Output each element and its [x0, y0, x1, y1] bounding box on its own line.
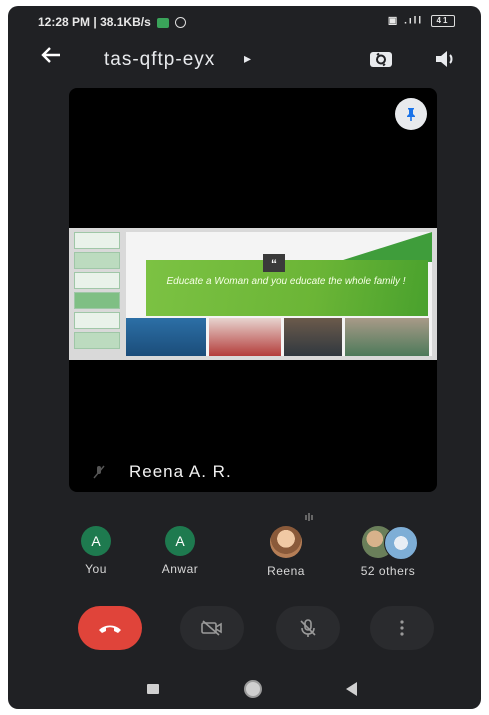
system-nav-bar — [8, 670, 481, 709]
slide-photos — [126, 318, 432, 356]
slide-content: “ Educate a Woman and you educate the wh… — [126, 232, 432, 356]
more-options-button[interactable] — [370, 606, 434, 650]
slide-thumbnail — [74, 292, 120, 309]
avatar: A — [81, 526, 111, 556]
participant-label: Anwar — [161, 562, 199, 576]
speaker-icon[interactable] — [432, 48, 458, 70]
mic-toggle-button[interactable] — [276, 606, 340, 650]
status-bar: 12:28 PM | 38.1KB/s ▣ .ıll 41 — [8, 6, 481, 34]
avatar — [384, 526, 418, 560]
alarm-icon — [175, 17, 187, 29]
participant-label: You — [85, 562, 107, 576]
camera-toggle-button[interactable] — [180, 606, 244, 650]
network-speed: 38.1KB/s — [100, 15, 151, 29]
slide-thumbnail — [74, 272, 120, 289]
slide-thumbnail — [74, 232, 120, 249]
shared-slide: “ Educate a Woman and you educate the wh… — [69, 228, 437, 360]
home-icon[interactable] — [244, 680, 262, 698]
end-call-icon — [99, 625, 121, 633]
slide-photo — [209, 318, 281, 356]
mic-off-icon — [300, 619, 316, 637]
more-vert-icon — [400, 620, 404, 636]
switch-camera-icon[interactable] — [368, 48, 394, 70]
recents-icon[interactable] — [147, 684, 159, 694]
slide-thumbnail — [74, 252, 120, 269]
avatar — [270, 526, 302, 558]
slide-decoration — [336, 232, 432, 262]
quote-icon: “ — [263, 254, 285, 272]
slide-quote: Educate a Woman and you educate the whol… — [166, 276, 406, 287]
participant-you[interactable]: A You — [56, 526, 136, 576]
signal-icon: .ıll — [404, 15, 424, 27]
meeting-code[interactable]: tas-qftp-eyx — [104, 49, 215, 71]
participant-others[interactable]: 52 others — [348, 526, 428, 578]
call-controls — [8, 606, 481, 656]
pin-icon[interactable] — [395, 98, 427, 130]
avatar-group — [356, 526, 420, 560]
presenter-name: Reena A. R. — [129, 462, 232, 481]
participant-label: Reena — [267, 564, 305, 578]
presentation-tile[interactable]: “ Educate a Woman and you educate the wh… — [69, 88, 437, 492]
participant-strip: A You A Anwar Reena 52 others — [8, 513, 481, 586]
status-right: ▣ .ıll 41 — [388, 15, 455, 27]
mic-off-icon — [91, 464, 107, 480]
app-screen: 12:28 PM | 38.1KB/s ▣ .ıll 41 tas-qftp-e… — [8, 6, 481, 709]
slide-thumbnail — [74, 312, 120, 329]
participant-anwar[interactable]: A Anwar — [140, 526, 220, 576]
battery-icon: 41 — [431, 15, 455, 27]
arrow-left-icon[interactable] — [40, 44, 68, 72]
clock-text: 12:28 PM — [38, 15, 91, 29]
wifi-icon: ▣ — [387, 15, 400, 27]
slide-photo — [284, 318, 342, 356]
meeting-header: tas-qftp-eyx ▸ — [8, 36, 481, 82]
speaking-indicator-icon — [305, 513, 313, 521]
slide-photo — [345, 318, 429, 356]
app-notification-icon — [157, 17, 170, 28]
avatar: A — [165, 526, 195, 556]
status-time: 12:28 PM | 38.1KB/s — [38, 15, 187, 29]
back-icon[interactable] — [346, 682, 357, 696]
camera-off-icon — [201, 620, 222, 636]
slide-thumbnails — [72, 232, 120, 356]
end-call-button[interactable] — [78, 606, 142, 650]
caret-right-icon[interactable]: ▸ — [244, 50, 251, 67]
slide-photo — [126, 318, 206, 356]
slide-thumbnail — [74, 332, 120, 349]
slide-banner — [146, 260, 428, 316]
participant-label: 52 others — [360, 564, 416, 578]
participant-reena[interactable]: Reena — [246, 513, 326, 578]
